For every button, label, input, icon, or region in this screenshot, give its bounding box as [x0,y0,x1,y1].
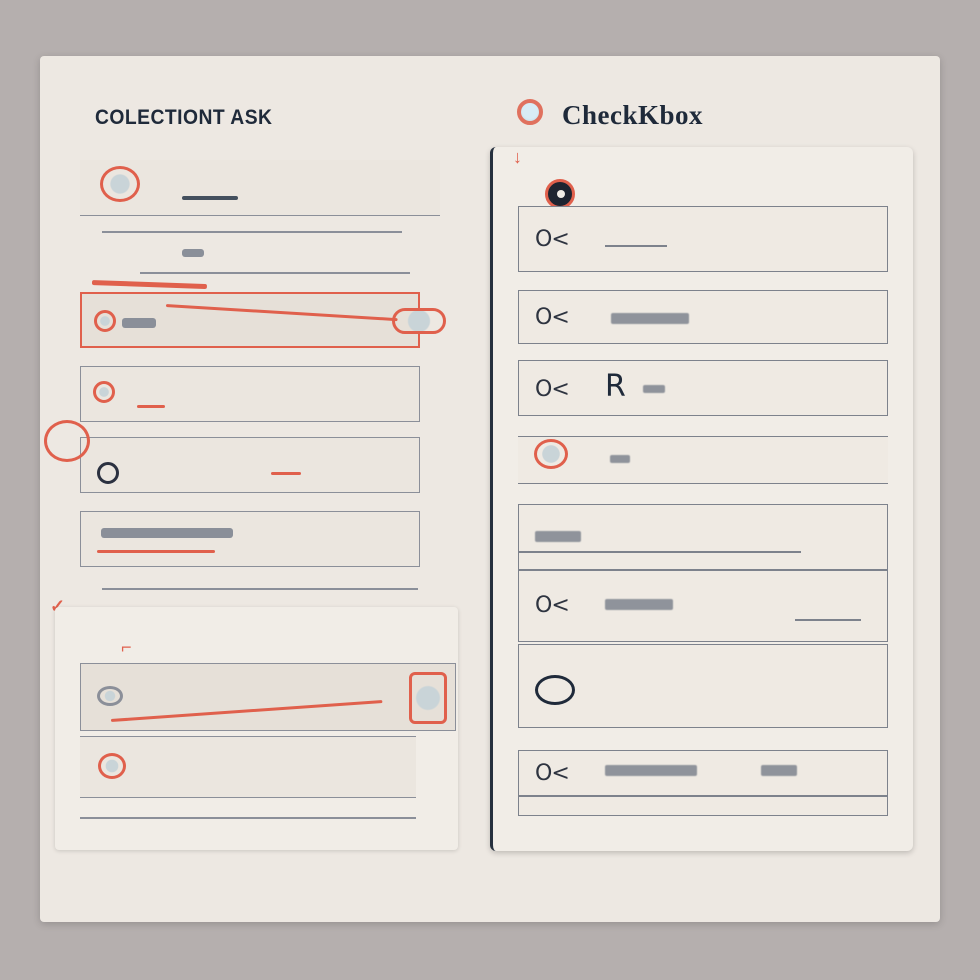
radio-ring-icon[interactable] [93,381,115,403]
left-panel-title: COLECTIONT ASK [95,106,273,129]
radio-ring-icon[interactable] [534,439,568,469]
list-item-selected[interactable] [80,292,446,348]
row-text [761,765,797,776]
row-text [519,551,801,553]
checkbox-row[interactable]: O< R [518,360,888,416]
row-text [535,531,581,542]
list-item[interactable] [80,160,440,216]
checkbox-row[interactable]: O< [518,290,888,344]
checkbox-row[interactable] [518,436,888,484]
list-item[interactable] [80,736,416,798]
radio-icon [517,99,543,125]
row-text [519,795,887,797]
chevron-left-icon: O< [535,761,570,786]
radio-ring-icon[interactable] [535,675,575,705]
row-text [605,599,673,610]
row-text [605,245,667,247]
radio-ring-icon[interactable] [98,753,126,779]
drag-handle-icon[interactable] [392,308,446,334]
row-text [605,765,697,776]
row-text [795,619,861,621]
annotation-stroke [91,280,208,290]
row-text [271,472,301,475]
row-text [182,196,238,200]
radio-ring-icon[interactable] [97,462,119,484]
chevron-left-icon: O< [535,377,570,402]
drag-handle-icon[interactable] [409,672,447,724]
chevron-left-icon: O< [535,227,570,252]
row-text [643,385,665,393]
checkbox-row[interactable]: O< [518,206,888,272]
chevron-left-icon: O< [535,305,570,330]
list-item[interactable] [80,437,420,493]
list-item[interactable] [80,366,420,422]
annotation-mark: ↓ [513,147,522,167]
radio-ring-icon[interactable] [94,310,116,332]
annotation-mark: ⌐ [121,637,132,657]
row-text [122,318,156,328]
checkbox-row[interactable]: O< [518,570,888,642]
checkbox-row[interactable] [518,504,888,570]
checkbox-panel: ↓ O< O< O< R O< O< [490,147,913,851]
divider [102,231,402,233]
divider [80,817,416,819]
sub-task-panel: ⌐ [55,607,458,850]
chevron-left-icon: O< [535,593,570,618]
radio-icon[interactable] [545,179,575,209]
radio-ring-icon[interactable] [44,420,90,462]
list-item[interactable] [80,511,420,567]
row-text [97,550,215,553]
row-text [101,528,233,538]
row-text [182,249,204,257]
checkbox-row[interactable] [518,644,888,728]
list-item[interactable] [80,663,456,731]
row-text [610,455,630,463]
row-text [137,405,165,408]
right-panel-title: CheckKbox [562,100,704,130]
radio-ring-icon[interactable] [97,686,123,706]
radio-ring-icon[interactable] [100,166,140,202]
divider [140,272,410,274]
checkbox-row[interactable]: O< [518,750,888,816]
row-text [611,313,689,324]
divider [102,588,418,590]
row-label: R [605,369,626,404]
task-board: COLECTIONT ASK CheckKbox ✓ ⌐ ↓ O< O< O< … [40,56,940,922]
